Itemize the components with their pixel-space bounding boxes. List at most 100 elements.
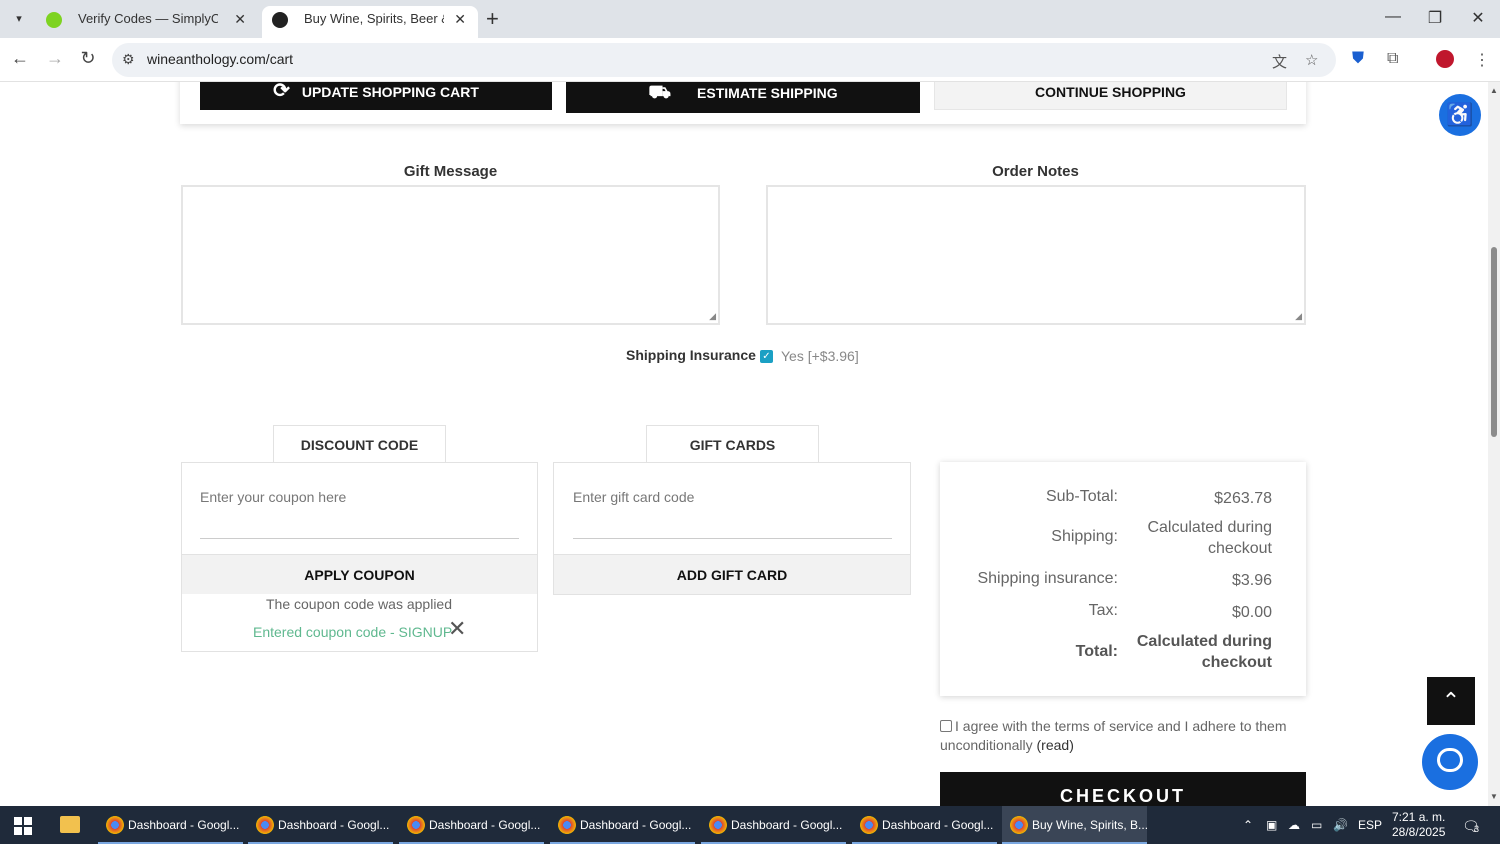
taskbar-item-label: Buy Wine, Spirits, B... — [1032, 818, 1147, 832]
apply-coupon-button[interactable]: APPLY COUPON — [182, 554, 537, 594]
shipping-insurance-option: Yes [+$3.96] — [781, 348, 859, 364]
taskbar-item-active[interactable]: Buy Wine, Spirits, B... — [1002, 806, 1147, 844]
shield-extension-icon[interactable]: ⛊ — [1352, 50, 1364, 68]
simplycodes-favicon-icon — [46, 12, 62, 28]
tray-device-icon[interactable]: ▣ — [1266, 818, 1277, 832]
tray-chevron-up-icon[interactable]: ⌃ — [1243, 818, 1253, 832]
estimate-shipping-button[interactable]: ⛟ ESTIMATE SHIPPING — [566, 82, 920, 113]
checkout-button[interactable]: CHECKOUT — [940, 772, 1306, 806]
gift-message-textarea[interactable]: ◢ — [181, 185, 720, 325]
reload-icon[interactable]: ↻ — [76, 48, 100, 69]
browser-toolbar: ← → ↻ ⚙ wineanthology.com/cart 文 ☆ ⛊ ⧉ ⋮ — [0, 38, 1500, 82]
close-tab-icon[interactable]: ✕ — [234, 6, 246, 32]
scroll-up-arrow-icon[interactable]: ▲ — [1490, 86, 1498, 95]
bookmark-star-icon[interactable]: ☆ — [1305, 51, 1318, 69]
tab-gift-cards[interactable]: GIFT CARDS — [646, 425, 819, 463]
extensions-puzzle-icon[interactable]: ⧉ — [1387, 50, 1398, 68]
shipping-insurance-checkbox[interactable]: ✓ — [760, 350, 773, 363]
tab-simplycodes[interactable]: Verify Codes — SimplyCodes ✕ — [36, 6, 258, 38]
url-text: wineanthology.com/cart — [147, 51, 294, 67]
taskbar-item[interactable]: Dashboard - Googl... — [98, 806, 243, 844]
windows-start-icon[interactable] — [14, 817, 32, 835]
forward-arrow-icon[interactable]: → — [43, 48, 67, 69]
add-gift-card-button[interactable]: ADD GIFT CARD — [554, 554, 910, 594]
address-bar[interactable]: ⚙ wineanthology.com/cart 文 ☆ — [112, 43, 1336, 77]
tax-value: $0.00 — [1231, 604, 1272, 621]
site-info-icon[interactable]: ⚙ — [122, 51, 135, 68]
resize-handle-icon[interactable]: ◢ — [709, 311, 716, 322]
taskbar-item-label: Dashboard - Googl... — [731, 818, 843, 832]
continue-shopping-label: CONTINUE SHOPPING — [1035, 84, 1186, 100]
chrome-icon — [106, 816, 124, 834]
windows-taskbar: Dashboard - Googl... Dashboard - Googl..… — [0, 806, 1500, 844]
close-tab-icon[interactable]: ✕ — [454, 6, 466, 32]
chrome-icon — [407, 816, 425, 834]
scroll-down-arrow-icon[interactable]: ▼ — [1490, 792, 1498, 801]
back-arrow-icon[interactable]: ← — [8, 48, 32, 69]
language-indicator[interactable]: ESP — [1358, 818, 1382, 832]
resize-handle-icon[interactable]: ◢ — [1295, 311, 1302, 322]
continue-shopping-button[interactable]: CONTINUE SHOPPING — [934, 82, 1287, 110]
system-clock[interactable]: 7:21 a. m. 28/8/2025 — [1392, 810, 1445, 840]
minimize-icon[interactable]: — — [1378, 8, 1408, 26]
gift-message-label: Gift Message — [403, 163, 498, 180]
tab-title: Verify Codes — SimplyCodes — [78, 11, 218, 26]
coupon-applied-message: The coupon code was applied — [265, 596, 453, 612]
shipping-value: Calculated during checkout — [1147, 519, 1272, 557]
giftcard-input[interactable]: Enter gift card code — [573, 489, 694, 505]
profile-avatar[interactable] — [1436, 50, 1454, 68]
chrome-icon — [256, 816, 274, 834]
taskbar-item[interactable]: Dashboard - Googl... — [248, 806, 393, 844]
remove-coupon-close-icon[interactable]: ✕ — [448, 618, 466, 640]
estimate-shipping-label: ESTIMATE SHIPPING — [697, 85, 838, 101]
terms-checkbox[interactable] — [940, 720, 952, 732]
coupon-input-underline — [200, 538, 519, 539]
total-label: Total: — [1075, 643, 1118, 660]
accessibility-icon[interactable]: ♿ — [1439, 94, 1481, 136]
coupon-input[interactable]: Enter your coupon here — [200, 489, 346, 505]
onedrive-cloud-icon[interactable]: ☁ — [1288, 818, 1300, 832]
chrome-icon — [709, 816, 727, 834]
chrome-icon — [860, 816, 878, 834]
tab-wineanthology[interactable]: Buy Wine, Spirits, Beer & THC E ✕ — [262, 6, 478, 38]
restore-icon[interactable]: ❐ — [1420, 8, 1450, 28]
entered-coupon-code: Entered coupon code - SIGNUP — [253, 624, 453, 640]
chat-support-button[interactable] — [1422, 734, 1478, 790]
cart-page: ⟳ UPDATE SHOPPING CART ⛟ ESTIMATE SHIPPING… — [0, 82, 1488, 806]
browser-menu-icon[interactable]: ⋮ — [1474, 50, 1490, 70]
taskbar-item-label: Dashboard - Googl... — [429, 818, 541, 832]
truck-icon: ⛟ — [648, 82, 672, 102]
new-tab-plus-icon[interactable]: + — [486, 8, 499, 30]
shipping-insurance-label: Shipping Insurance — [626, 347, 756, 363]
taskbar-item-label: Dashboard - Googl... — [580, 818, 692, 832]
terms-read-link[interactable]: (read) — [1037, 737, 1074, 753]
network-icon[interactable]: ▭ — [1311, 818, 1322, 832]
tab-search-chevron-icon[interactable]: ▾ — [8, 8, 30, 30]
cart-actions-bar: ⟳ UPDATE SHOPPING CART ⛟ ESTIMATE SHIPPING… — [180, 82, 1306, 124]
scrollbar-thumb[interactable] — [1491, 247, 1497, 437]
taskbar-item[interactable]: Dashboard - Googl... — [852, 806, 997, 844]
notification-count-badge: 3 — [1474, 824, 1480, 834]
translate-icon[interactable]: 文 — [1272, 51, 1287, 72]
file-explorer-icon[interactable] — [60, 816, 80, 833]
tax-label: Tax: — [1088, 602, 1118, 619]
tab-title: Buy Wine, Spirits, Beer & THC E — [304, 11, 444, 26]
order-notes-textarea[interactable]: ◢ — [766, 185, 1306, 325]
taskbar-item[interactable]: Dashboard - Googl... — [399, 806, 544, 844]
wineanthology-favicon-icon — [272, 12, 288, 28]
refresh-icon: ⟳ — [273, 82, 290, 102]
scroll-to-top-chevron-icon[interactable]: ⌃ — [1427, 677, 1475, 725]
close-window-icon[interactable]: ✕ — [1463, 8, 1493, 28]
terms-text: I agree with the terms of service and I … — [940, 718, 1287, 753]
update-cart-button[interactable]: ⟳ UPDATE SHOPPING CART — [200, 82, 552, 110]
volume-icon[interactable]: 🔊 — [1333, 818, 1348, 832]
tab-discount-code[interactable]: DISCOUNT CODE — [273, 425, 446, 463]
insurance-value: $3.96 — [1231, 572, 1272, 589]
taskbar-item[interactable]: Dashboard - Googl... — [550, 806, 695, 844]
taskbar-item-label: Dashboard - Googl... — [278, 818, 390, 832]
taskbar-item[interactable]: Dashboard - Googl... — [701, 806, 846, 844]
terms-agreement: I agree with the terms of service and I … — [940, 717, 1300, 755]
page-scrollbar[interactable]: ▲ ▼ — [1488, 82, 1500, 806]
total-value: Calculated during checkout — [1136, 633, 1272, 671]
order-notes-label: Order Notes — [992, 163, 1079, 180]
